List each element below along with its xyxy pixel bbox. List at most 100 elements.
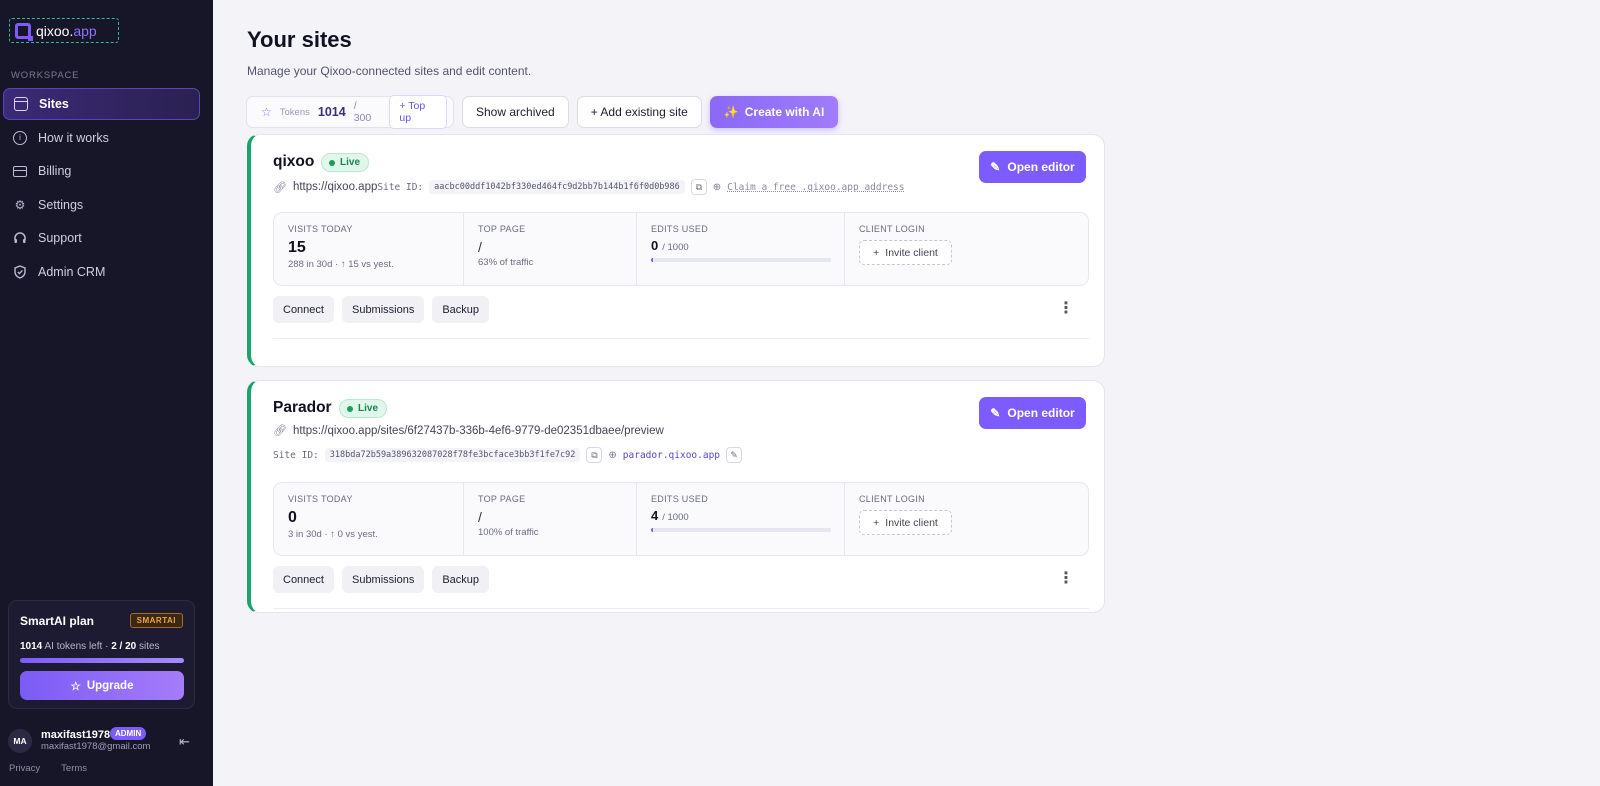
sidebar-item-settings[interactable]: ⚙ Settings — [3, 189, 200, 221]
stat-visits: VISITS TODAY 0 3 in 30d · ↑ 0 vs yest. — [274, 483, 464, 555]
submissions-button[interactable]: Submissions — [341, 296, 425, 323]
sidebar: qixoo.app WORKSPACE Sites i How it works… — [0, 0, 213, 786]
status-badge: Live — [321, 153, 370, 172]
sidebar-item-billing[interactable]: Billing — [3, 155, 200, 187]
site-name: qixoo — [273, 153, 315, 170]
page-subtitle: Manage your Qixoo-connected sites and ed… — [247, 64, 532, 78]
globe-icon: ⊕ — [608, 449, 617, 461]
divider — [273, 608, 1089, 609]
avatar: MA — [8, 729, 32, 753]
info-icon: i — [13, 130, 27, 145]
stat-edits: EDITS USED 0/ 1000 — [637, 213, 845, 285]
add-existing-site-button[interactable]: + Add existing site — [576, 96, 702, 128]
edits-progress-bar — [651, 528, 831, 532]
user-name: maxifast1978 — [41, 729, 111, 741]
show-archived-button[interactable]: Show archived — [462, 96, 569, 128]
plan-badge: SMARTAI — [129, 613, 183, 628]
tokens-value: 1014 — [317, 105, 346, 119]
plan-title: SmartAI plan — [20, 614, 95, 628]
site-url[interactable]: https://qixoo.app/sites/6f27437b-336b-4e… — [293, 425, 664, 437]
copy-icon[interactable]: ⧉ — [690, 179, 707, 195]
subdomain-link[interactable]: parador.qixoo.app — [623, 450, 720, 461]
globe-icon: ⊕ — [712, 181, 722, 193]
invite-client-button[interactable]: + Invite client — [859, 510, 952, 535]
divider — [273, 338, 1089, 339]
plan-usage-bar-fill — [20, 658, 184, 663]
stat-visits: VISITS TODAY 15 288 in 30d · ↑ 15 vs yes… — [274, 213, 464, 285]
toolbar: ☆ Tokens 1014 / 300 + Top up Show archiv… — [246, 95, 839, 129]
sidebar-item-admin-crm[interactable]: Admin CRM — [3, 256, 200, 288]
site-info-row: 🔗︎ https://qixoo.app Site ID: aacbc00ddf… — [273, 179, 905, 195]
site-actions: Connect Submissions Backup — [273, 296, 490, 323]
pencil-icon: ✎ — [990, 160, 1001, 174]
sidebar-item-how-it-works[interactable]: i How it works — [3, 122, 200, 154]
copy-icon[interactable]: ⧉ — [586, 447, 603, 463]
edit-subdomain-icon[interactable]: ✎ — [726, 447, 743, 463]
pencil-icon: ✎ — [990, 406, 1001, 420]
user-profile[interactable]: MA maxifast1978 ADMIN maxifast1978@gmail… — [8, 727, 198, 757]
create-with-ai-button[interactable]: ✨ Create with AI — [709, 96, 839, 128]
submissions-button[interactable]: Submissions — [341, 566, 425, 593]
plus-icon: + — [873, 246, 880, 259]
logo[interactable]: qixoo.app — [9, 18, 119, 43]
more-options-icon[interactable]: ⋮ — [1058, 571, 1074, 587]
sites-icon — [14, 97, 28, 111]
plan-usage-bar — [20, 658, 184, 663]
footer-links: Privacy Terms — [9, 763, 87, 774]
logo-icon — [15, 22, 33, 41]
plan-usage: 1014 AI tokens left · 2 / 20 sites — [20, 641, 160, 652]
more-options-icon[interactable]: ⋮ — [1058, 301, 1074, 317]
site-id: 318bda72b59a389632087028f78fe3bcface3bb3… — [324, 448, 581, 462]
site-stats: VISITS TODAY 15 288 in 30d · ↑ 15 vs yes… — [273, 212, 1089, 286]
terms-link[interactable]: Terms — [61, 763, 87, 774]
stat-edits: EDITS USED 4/ 1000 — [637, 483, 845, 555]
claim-address-link[interactable]: Claim a free .qixoo.app address — [727, 182, 904, 193]
site-id: aacbc00ddf1042bf330ed464fc9d2bb7b144b1f6… — [429, 180, 685, 194]
edits-progress-bar — [651, 258, 831, 262]
backup-button[interactable]: Backup — [432, 566, 490, 593]
site-id-row: Site ID: 318bda72b59a389632087028f78fe3b… — [273, 447, 743, 463]
stat-top-page: TOP PAGE / 100% of traffic — [464, 483, 637, 555]
credit-card-icon — [13, 165, 27, 177]
site-card: Parador Live ✎ Open editor 🔗︎ https://qi… — [247, 380, 1105, 613]
open-editor-button[interactable]: ✎ Open editor — [979, 397, 1086, 429]
shield-icon — [13, 265, 27, 279]
privacy-link[interactable]: Privacy — [9, 763, 40, 774]
tokens-widget: ☆ Tokens 1014 / 300 + Top up — [246, 95, 454, 129]
sparkles-icon: ✨ — [723, 105, 739, 119]
sidebar-item-support[interactable]: Support — [3, 222, 200, 254]
page-title: Your sites — [247, 27, 352, 52]
site-url-row: 🔗︎ https://qixoo.app/sites/6f27437b-336b… — [273, 424, 664, 438]
site-actions: Connect Submissions Backup — [273, 566, 490, 593]
open-editor-button[interactable]: ✎ Open editor — [979, 151, 1086, 183]
workspace-label: WORKSPACE — [11, 70, 80, 81]
link-icon: 🔗︎ — [273, 181, 287, 194]
logout-icon[interactable]: ⇤ — [179, 734, 190, 750]
star-icon: ☆ — [261, 105, 272, 119]
status-badge: Live — [339, 399, 388, 418]
brand-suffix: app — [73, 22, 97, 39]
plan-card: SmartAI plan SMARTAI 1014 AI tokens left… — [8, 600, 195, 709]
connect-button[interactable]: Connect — [273, 296, 334, 323]
connect-button[interactable]: Connect — [273, 566, 334, 593]
stat-top-page: TOP PAGE / 63% of traffic — [464, 213, 637, 285]
link-icon: 🔗︎ — [273, 425, 287, 437]
top-up-button[interactable]: + Top up — [389, 95, 447, 129]
upgrade-button[interactable]: ☆ Upgrade — [20, 671, 184, 700]
site-name: Parador — [273, 399, 332, 416]
star-icon: ☆ — [70, 680, 81, 693]
site-card: qixoo Live ✎ Open editor 🔗︎ https://qixo… — [247, 134, 1105, 367]
brand-name: qixoo — [36, 22, 70, 39]
invite-client-button[interactable]: + Invite client — [859, 240, 952, 265]
site-stats: VISITS TODAY 0 3 in 30d · ↑ 0 vs yest. T… — [273, 482, 1089, 556]
sidebar-item-sites[interactable]: Sites — [3, 88, 200, 120]
gear-icon: ⚙ — [14, 197, 26, 212]
site-url[interactable]: https://qixoo.app — [293, 181, 377, 193]
stat-client-login: CLIENT LOGIN + Invite client — [845, 213, 1088, 285]
plus-icon: + — [873, 516, 880, 529]
backup-button[interactable]: Backup — [432, 296, 490, 323]
headset-icon — [13, 231, 27, 245]
sidebar-nav: Sites i How it works Billing ⚙ Settings … — [3, 88, 200, 290]
stat-client-login: CLIENT LOGIN + Invite client — [845, 483, 1088, 555]
role-badge: ADMIN — [110, 727, 147, 740]
